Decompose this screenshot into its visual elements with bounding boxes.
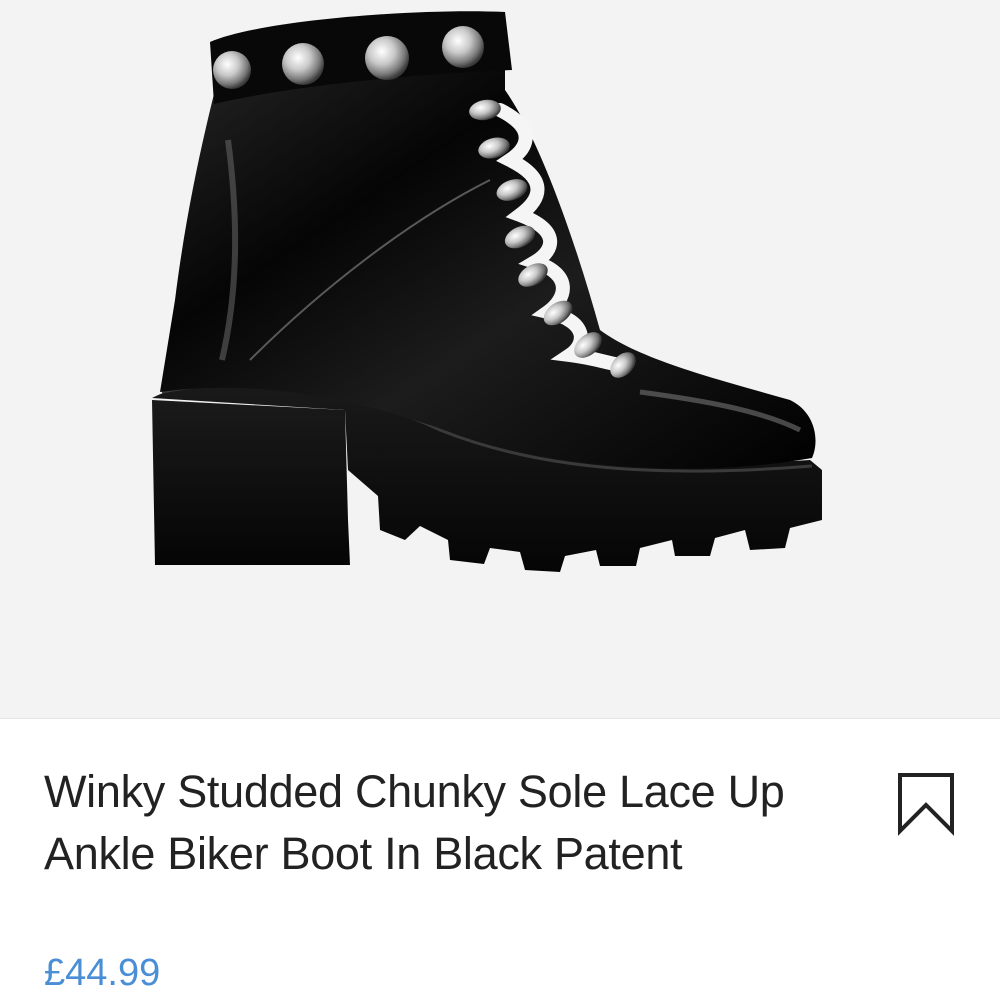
boot-illustration [152,11,822,572]
product-image[interactable] [0,0,1000,719]
product-info: Winky Studded Chunky Sole Lace Up Ankle … [0,719,1000,1000]
product-price: £44.99 [44,952,161,994]
product-screen: Winky Studded Chunky Sole Lace Up Ankle … [0,0,1000,1000]
bookmark-icon[interactable] [890,767,962,839]
product-title: Winky Studded Chunky Sole Lace Up Ankle … [44,766,785,879]
